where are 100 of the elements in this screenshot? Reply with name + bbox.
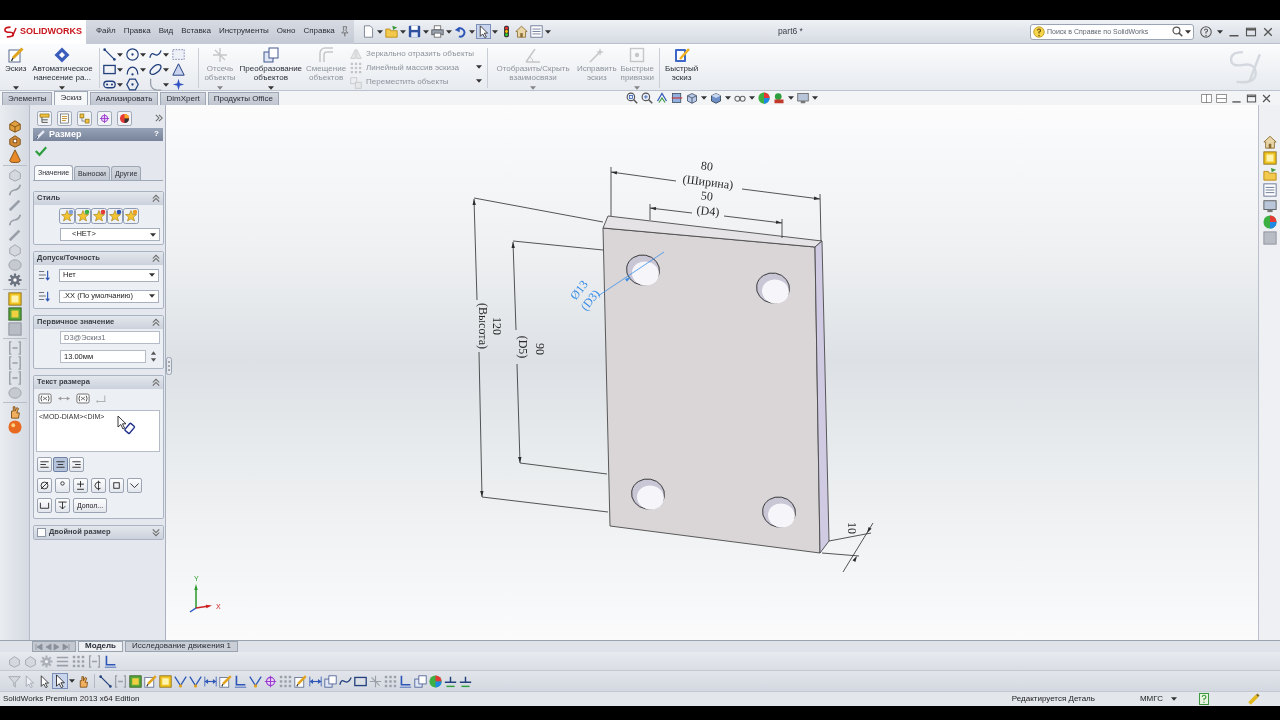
t-bar-icon[interactable] bbox=[444, 674, 457, 688]
caret-icon[interactable] bbox=[725, 96, 731, 100]
monitor-icon[interactable] bbox=[797, 92, 809, 104]
extruded-block-icon[interactable] bbox=[7, 119, 22, 133]
splitter-handle-icon[interactable] bbox=[166, 357, 172, 375]
caret-icon[interactable] bbox=[701, 96, 707, 100]
color-sphere-icon[interactable] bbox=[758, 92, 770, 104]
pointer-icon[interactable] bbox=[476, 25, 490, 38]
pencil-sheet-icon[interactable] bbox=[219, 674, 232, 688]
star-icon[interactable] bbox=[172, 78, 186, 91]
line-icon[interactable] bbox=[103, 48, 117, 61]
printer-icon[interactable] bbox=[430, 25, 444, 38]
split-window-icon[interactable] bbox=[1201, 92, 1212, 104]
symbol-button[interactable] bbox=[55, 498, 70, 513]
caret-icon[interactable] bbox=[788, 96, 794, 100]
stacked-squares-icon[interactable] bbox=[324, 674, 337, 688]
double-chevron-up-icon[interactable] bbox=[152, 194, 160, 203]
pointer-icon[interactable] bbox=[38, 674, 51, 688]
spin-arrows-icon[interactable] bbox=[150, 350, 157, 363]
menu-item[interactable]: Вставка bbox=[177, 27, 215, 36]
ribbon-button[interactable]: Преобразование объектов bbox=[237, 47, 305, 90]
v-lines-icon[interactable] bbox=[249, 674, 262, 688]
double-chevron-up-icon[interactable] bbox=[152, 318, 160, 327]
monitor-icon[interactable] bbox=[1262, 199, 1277, 213]
corner-line-icon[interactable] bbox=[104, 654, 117, 668]
delete-style-icon[interactable] bbox=[90, 208, 107, 224]
caret-icon[interactable] bbox=[150, 232, 156, 237]
t-bar-icon[interactable] bbox=[459, 674, 472, 688]
configuration-icon[interactable] bbox=[77, 110, 92, 126]
command-tab[interactable]: Продукты Office bbox=[207, 92, 279, 105]
circle-icon[interactable] bbox=[126, 48, 140, 61]
blank-tile-icon[interactable] bbox=[7, 322, 22, 336]
stacked-squares-icon[interactable] bbox=[414, 674, 427, 688]
framed-tile-icon[interactable] bbox=[129, 674, 142, 688]
ellipse-icon[interactable] bbox=[149, 63, 163, 76]
caret-icon[interactable] bbox=[491, 29, 498, 34]
corner-line-icon[interactable] bbox=[234, 674, 247, 688]
caret-icon[interactable] bbox=[117, 82, 124, 87]
alignment-button[interactable] bbox=[53, 457, 68, 472]
v-lines-icon[interactable] bbox=[174, 674, 187, 688]
double-chevron-up-icon[interactable] bbox=[152, 254, 160, 263]
caret-icon[interactable] bbox=[422, 29, 429, 34]
caret-icon[interactable] bbox=[163, 82, 170, 87]
symbol-button[interactable] bbox=[91, 478, 106, 493]
caret-icon[interactable] bbox=[117, 52, 124, 57]
cone-icon[interactable] bbox=[7, 149, 22, 163]
ribbon-button[interactable]: Автоматическое нанесение ра... bbox=[28, 47, 97, 90]
house-icon[interactable] bbox=[1262, 135, 1277, 149]
hexagon-icon[interactable] bbox=[126, 78, 140, 91]
corner-line-icon[interactable] bbox=[399, 674, 412, 688]
close-icon[interactable] bbox=[1262, 25, 1274, 38]
cube-icon[interactable] bbox=[686, 92, 698, 104]
symbol-button[interactable] bbox=[109, 478, 124, 493]
double-chevron-up-icon[interactable] bbox=[152, 378, 160, 387]
list-window-icon[interactable] bbox=[529, 25, 543, 38]
command-tab[interactable]: Элементы bbox=[2, 92, 53, 105]
caret-icon[interactable] bbox=[117, 67, 124, 72]
menu-item[interactable]: Справка bbox=[299, 27, 339, 36]
restore-icon[interactable] bbox=[1245, 25, 1257, 38]
color-sphere-icon[interactable] bbox=[1262, 215, 1277, 229]
caret-icon[interactable] bbox=[140, 67, 147, 72]
menu-item[interactable]: Вид bbox=[154, 27, 178, 36]
rectangle-icon[interactable] bbox=[354, 674, 367, 688]
caret-icon[interactable] bbox=[140, 52, 147, 57]
caret-icon[interactable] bbox=[399, 29, 406, 34]
pin-icon[interactable] bbox=[338, 26, 350, 37]
caret-icon[interactable] bbox=[1217, 29, 1223, 34]
help-icon[interactable] bbox=[1200, 25, 1212, 38]
ball-icon[interactable] bbox=[7, 420, 22, 434]
feature-tree-icon[interactable] bbox=[37, 110, 52, 126]
crosshair-icon[interactable] bbox=[264, 674, 277, 688]
search-icon[interactable] bbox=[1172, 26, 1183, 37]
caret-icon[interactable] bbox=[69, 679, 75, 683]
restore-icon[interactable] bbox=[1246, 92, 1257, 104]
folder-icon[interactable] bbox=[1262, 167, 1277, 181]
save-style-icon[interactable] bbox=[106, 208, 123, 224]
dot-grid-icon[interactable] bbox=[384, 674, 397, 688]
symbol-button[interactable] bbox=[37, 478, 52, 493]
caret-icon[interactable] bbox=[1185, 29, 1191, 34]
framed-tile-icon[interactable] bbox=[7, 307, 22, 321]
command-tab[interactable]: Эскиз bbox=[54, 91, 88, 105]
sheet-tile-icon[interactable] bbox=[1262, 151, 1277, 165]
command-tab[interactable]: Анализировать bbox=[89, 92, 159, 105]
caret-icon[interactable] bbox=[445, 29, 452, 34]
ribbon-button[interactable]: Быстрый эскиз bbox=[662, 47, 701, 90]
alignment-button[interactable] bbox=[69, 457, 84, 472]
chevron-lines-icon[interactable] bbox=[656, 92, 668, 104]
symbol-button[interactable] bbox=[127, 478, 142, 493]
dimension-arrow-icon[interactable] bbox=[204, 674, 217, 688]
caret-icon[interactable] bbox=[149, 273, 155, 277]
pie-chart-icon[interactable] bbox=[117, 110, 132, 126]
units-dropdown[interactable]: ММГС bbox=[1139, 694, 1177, 704]
menu-item[interactable]: Файл bbox=[92, 27, 120, 36]
caret-icon[interactable] bbox=[749, 96, 755, 100]
scene-icon[interactable] bbox=[773, 92, 785, 104]
dot-grid-icon[interactable] bbox=[72, 654, 85, 668]
caret-icon[interactable] bbox=[476, 79, 483, 83]
caret-icon[interactable] bbox=[1171, 697, 1177, 701]
list-window-icon[interactable] bbox=[1262, 183, 1277, 197]
menu-item[interactable]: Правка bbox=[119, 27, 155, 36]
